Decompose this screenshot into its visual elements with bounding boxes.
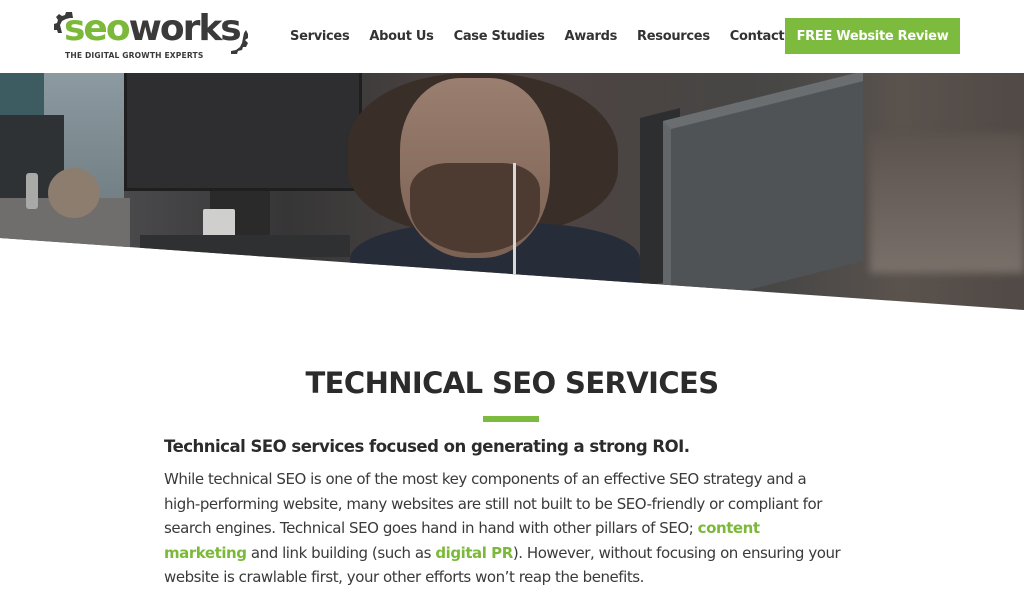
section-subheading: Technical SEO services focused on genera… [164,437,690,456]
main-nav: Services About Us Case Studies Awards Re… [290,26,807,46]
page-title: TECHNICAL SEO SERVICES [305,366,720,400]
hero-plush-toy [48,168,100,218]
seoworks-logo[interactable]: seoworks THE DIGITAL GROWTH EXPERTS [52,8,250,64]
logo-wordmark: seoworks [64,8,242,49]
nav-services[interactable]: Services [290,29,350,44]
hero-keyboard [140,235,350,257]
nav-about-us[interactable]: About Us [369,29,433,44]
nav-case-studies[interactable]: Case Studies [454,29,545,44]
nav-resources[interactable]: Resources [637,29,710,44]
title-underline-divider [483,416,539,422]
digital-pr-link[interactable]: digital PR [435,544,513,562]
logo-tagline: THE DIGITAL GROWTH EXPERTS [65,51,204,60]
hero-main-monitor [124,73,362,191]
hero-right-monitor [663,73,863,310]
site-header: seoworks THE DIGITAL GROWTH EXPERTS Serv… [0,0,1024,73]
hero-bottle [26,173,38,209]
hero-teal-panel [0,73,44,117]
free-website-review-button[interactable]: FREE Website Review [785,18,960,54]
hero-earphone-cable [513,163,516,310]
logo-seo-text: seo [64,8,131,49]
paragraph-text: and link building (such as [246,543,436,562]
hero-background-blur [870,133,1024,273]
intro-paragraph: While technical SEO is one of the most k… [164,467,844,590]
hero-person-beard [410,163,540,253]
hero-image [0,73,1024,310]
gear-icon [231,30,248,54]
logo-works-text: works [128,8,242,49]
nav-awards[interactable]: Awards [565,29,618,44]
